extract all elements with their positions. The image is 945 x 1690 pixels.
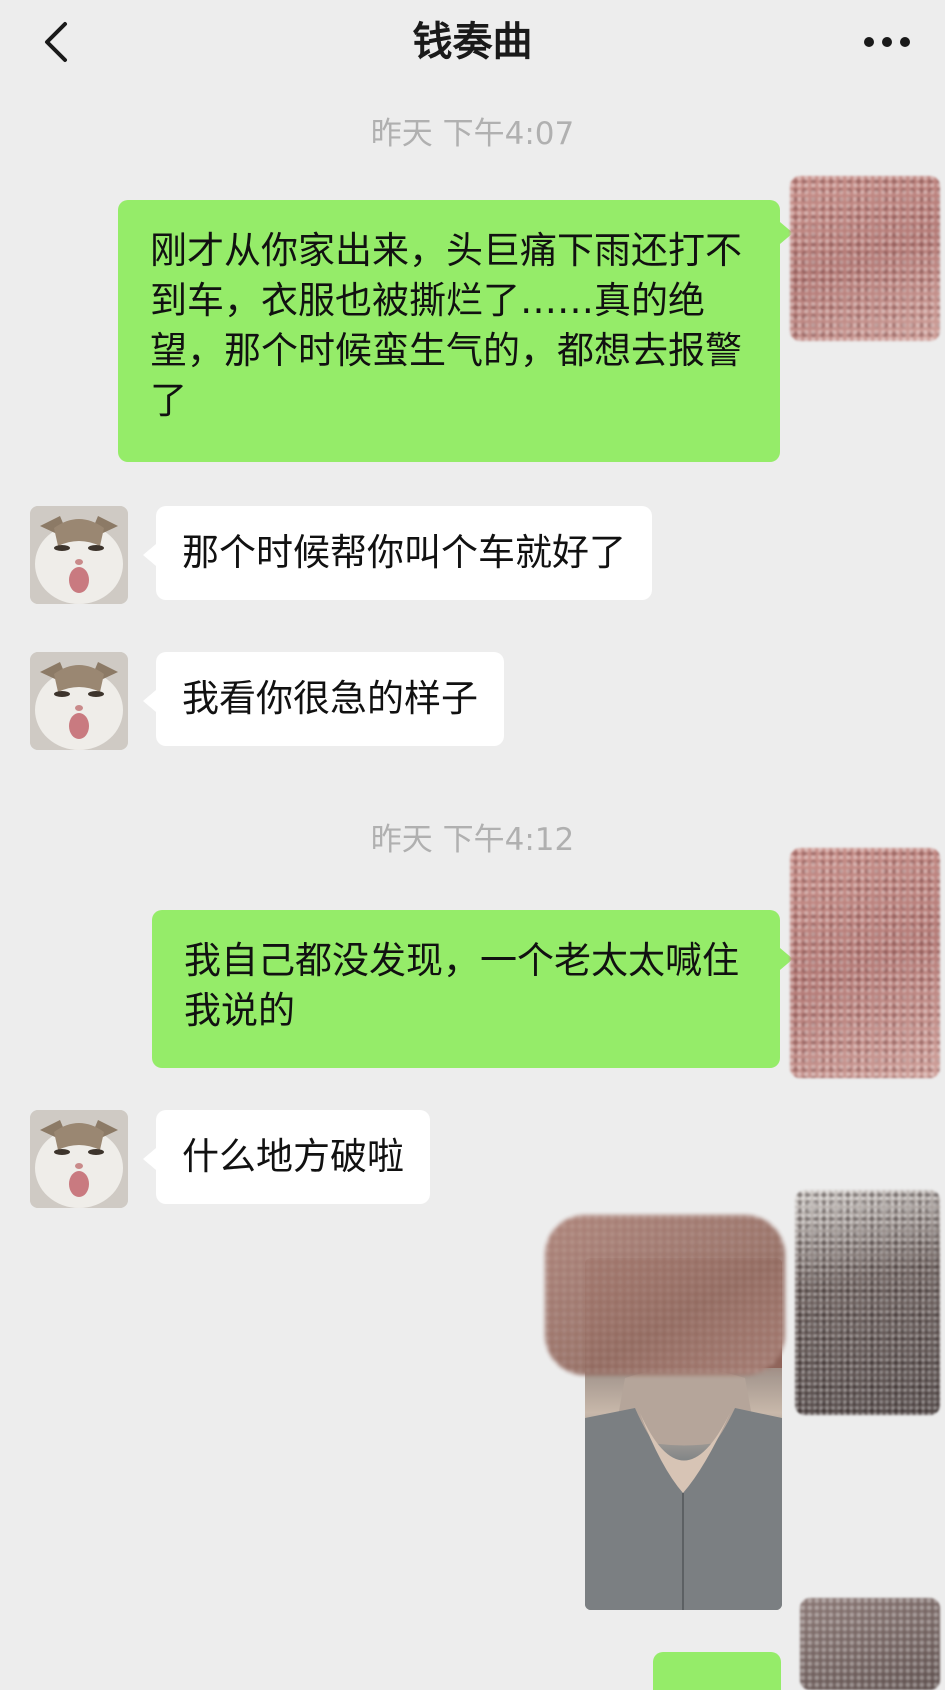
message-bubble-sent-partial[interactable] <box>653 1652 781 1690</box>
message-bubble-received[interactable]: 什么地方破啦 <box>156 1110 430 1204</box>
bubble-tail <box>143 1148 156 1170</box>
bubble-tail <box>143 690 156 712</box>
contact-avatar[interactable] <box>30 652 128 750</box>
chat-title: 钱奏曲 <box>412 19 533 65</box>
photo-redaction <box>545 1215 785 1375</box>
cat-avatar-image <box>30 652 128 750</box>
ellipsis-icon <box>864 37 910 47</box>
my-avatar[interactable] <box>795 1190 940 1415</box>
cat-avatar-image <box>30 1110 128 1208</box>
message-bubble-received[interactable]: 那个时候帮你叫个车就好了 <box>156 506 652 600</box>
message-bubble-received[interactable]: 我看你很急的样子 <box>156 652 504 746</box>
bubble-tail <box>143 544 156 566</box>
chat-header: 钱奏曲 <box>0 0 945 90</box>
timestamp: 昨天 下午4:07 <box>370 116 575 152</box>
my-avatar[interactable] <box>800 1598 940 1690</box>
my-avatar[interactable] <box>790 176 940 341</box>
my-avatar[interactable] <box>790 848 940 1078</box>
contact-avatar[interactable] <box>30 1110 128 1208</box>
message-bubble-sent[interactable]: 我自己都没发现，一个老太太喊住我说的 <box>152 910 780 1068</box>
message-bubble-sent[interactable]: 刚才从你家出来，头巨痛下雨还打不到车，衣服也被撕烂了……真的绝望，那个时候蛮生气… <box>118 200 780 462</box>
more-button[interactable] <box>857 18 917 66</box>
contact-avatar[interactable] <box>30 506 128 604</box>
cat-avatar-image <box>30 506 128 604</box>
